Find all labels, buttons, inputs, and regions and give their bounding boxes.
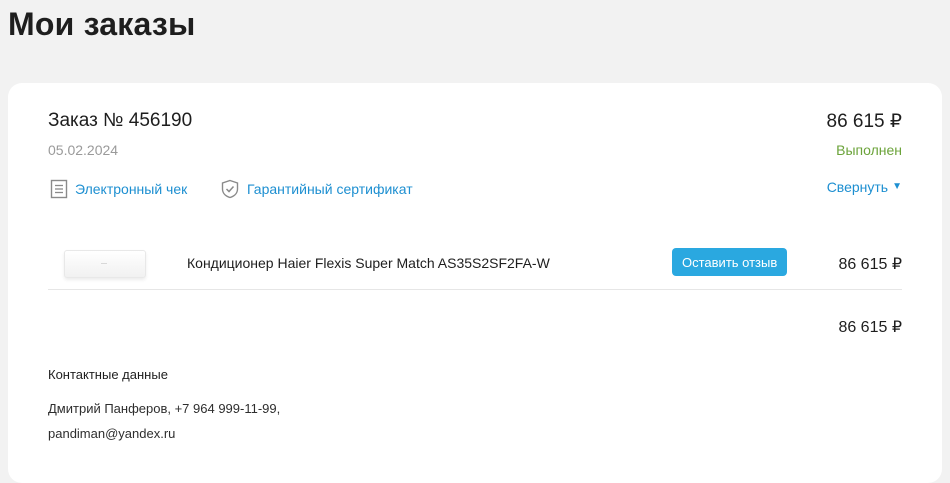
contacts-email: pandiman@yandex.ru [48, 426, 176, 441]
order-card: Заказ № 456190 05.02.2024 86 615 ₽ Выпол… [8, 83, 942, 483]
order-date: 05.02.2024 [48, 142, 119, 158]
product-price: 86 615 ₽ [838, 256, 902, 273]
warranty-link-label: Гарантийный сертификат [247, 181, 413, 197]
order-item-row: Кондиционер Haier Flexis Super Match AS3… [48, 243, 902, 290]
leave-review-button[interactable]: Оставить отзыв [672, 248, 788, 276]
collapse-toggle-label: Свернуть [826, 179, 889, 195]
order-status: Выполнен [836, 142, 902, 158]
collapse-toggle[interactable]: Свернуть ▼ [827, 179, 902, 195]
receipt-link-label: Электронный чек [75, 181, 188, 197]
receipt-icon [50, 179, 68, 199]
summary-total: 86 615 ₽ [838, 319, 902, 336]
product-image[interactable] [64, 250, 146, 278]
caret-down-icon: ▼ [892, 181, 902, 192]
order-total: 86 615 ₽ [826, 111, 902, 132]
page-title: Мои заказы [8, 6, 196, 42]
warranty-link[interactable]: Гарантийный сертификат [220, 179, 413, 199]
contacts-title: Контактные данные [48, 367, 168, 382]
product-name[interactable]: Кондиционер Haier Flexis Super Match AS3… [187, 255, 550, 271]
contacts-name-phone: Дмитрий Панферов, +7 964 999-11-99, [48, 401, 281, 416]
shield-check-icon [220, 179, 240, 199]
order-number: Заказ № 456190 [48, 110, 193, 131]
receipt-link[interactable]: Электронный чек [50, 179, 187, 199]
